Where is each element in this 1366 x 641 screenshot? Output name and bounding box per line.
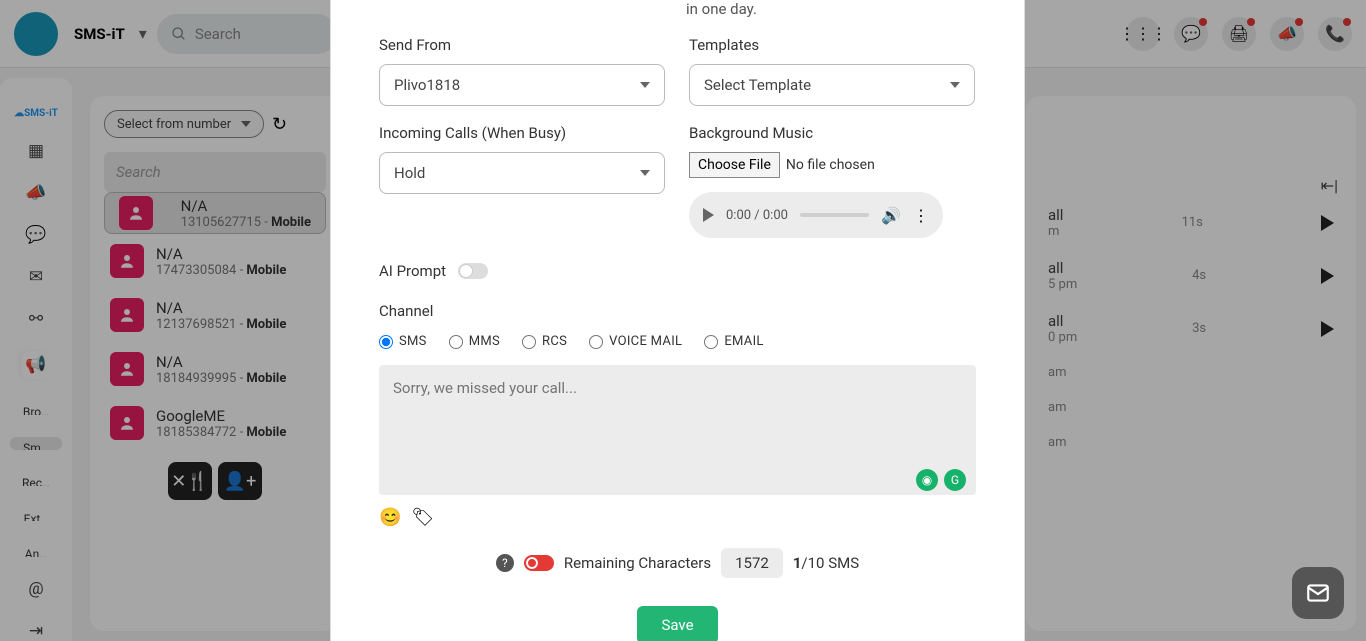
chevron-down-icon xyxy=(640,82,650,88)
templates-label: Templates xyxy=(689,36,975,54)
channel-radio[interactable] xyxy=(704,335,718,349)
ai-prompt-toggle[interactable] xyxy=(458,263,488,279)
channel-radio[interactable] xyxy=(449,335,463,349)
incoming-label: Incoming Calls (When Busy) xyxy=(379,124,665,142)
remaining-count: 1572 xyxy=(721,548,783,578)
channel-label: Channel xyxy=(379,302,976,320)
grammar-g-icon[interactable]: G xyxy=(944,469,966,491)
channel-sms[interactable]: SMS xyxy=(379,334,427,349)
incoming-value: Hold xyxy=(394,164,425,182)
channel-label-text: SMS xyxy=(399,334,427,349)
sms-count: 1/10 SMS xyxy=(793,554,859,572)
char-toggle[interactable] xyxy=(524,555,554,571)
help-icon[interactable]: ? xyxy=(496,554,514,572)
send-from-select[interactable]: Plivo1818 xyxy=(379,64,665,106)
chevron-down-icon xyxy=(950,82,960,88)
channel-voice-mail[interactable]: VOICE MAIL xyxy=(589,334,682,349)
channel-rcs[interactable]: RCS xyxy=(522,334,567,349)
channel-radio[interactable] xyxy=(379,335,393,349)
audio-menu-icon[interactable]: ⋮ xyxy=(913,206,929,225)
bg-music-label: Background Music xyxy=(689,124,975,142)
channel-label-text: RCS xyxy=(542,334,567,349)
remaining-label: Remaining Characters xyxy=(564,554,711,572)
channel-radio[interactable] xyxy=(589,335,603,349)
save-button[interactable]: Save xyxy=(637,606,717,641)
grammarly-icon[interactable]: ◉ xyxy=(916,469,938,491)
templates-select[interactable]: Select Template xyxy=(689,64,975,106)
compose-mail-fab[interactable] xyxy=(1292,567,1344,619)
choose-file-button[interactable]: Choose File xyxy=(689,152,780,178)
templates-value: Select Template xyxy=(704,76,811,94)
emoji-picker-icon[interactable]: 😊 xyxy=(379,507,401,528)
channel-label-text: EMAIL xyxy=(724,334,763,349)
incoming-select[interactable]: Hold xyxy=(379,152,665,194)
no-file-text: No file chosen xyxy=(786,157,875,173)
ai-prompt-label: AI Prompt xyxy=(379,262,446,280)
channel-radio[interactable] xyxy=(522,335,536,349)
audio-progress[interactable] xyxy=(800,213,869,217)
tag-icon[interactable]: 🏷 xyxy=(411,507,434,528)
channel-label-text: MMS xyxy=(469,334,500,349)
message-textarea[interactable] xyxy=(379,365,976,495)
channel-email[interactable]: EMAIL xyxy=(704,334,763,349)
channel-label-text: VOICE MAIL xyxy=(609,334,682,349)
play-icon[interactable] xyxy=(703,208,714,222)
audio-player[interactable]: 0:00 / 0:00 🔊 ⋮ xyxy=(689,192,943,238)
volume-icon[interactable]: 🔊 xyxy=(881,206,901,225)
send-from-label: Send From xyxy=(379,36,665,54)
note-text: in one day. xyxy=(686,0,976,18)
chevron-down-icon xyxy=(640,170,650,176)
settings-modal: in one day. Send From Plivo1818 Template… xyxy=(330,0,1025,641)
audio-time: 0:00 / 0:00 xyxy=(726,208,788,223)
channel-mms[interactable]: MMS xyxy=(449,334,500,349)
send-from-value: Plivo1818 xyxy=(394,76,460,94)
